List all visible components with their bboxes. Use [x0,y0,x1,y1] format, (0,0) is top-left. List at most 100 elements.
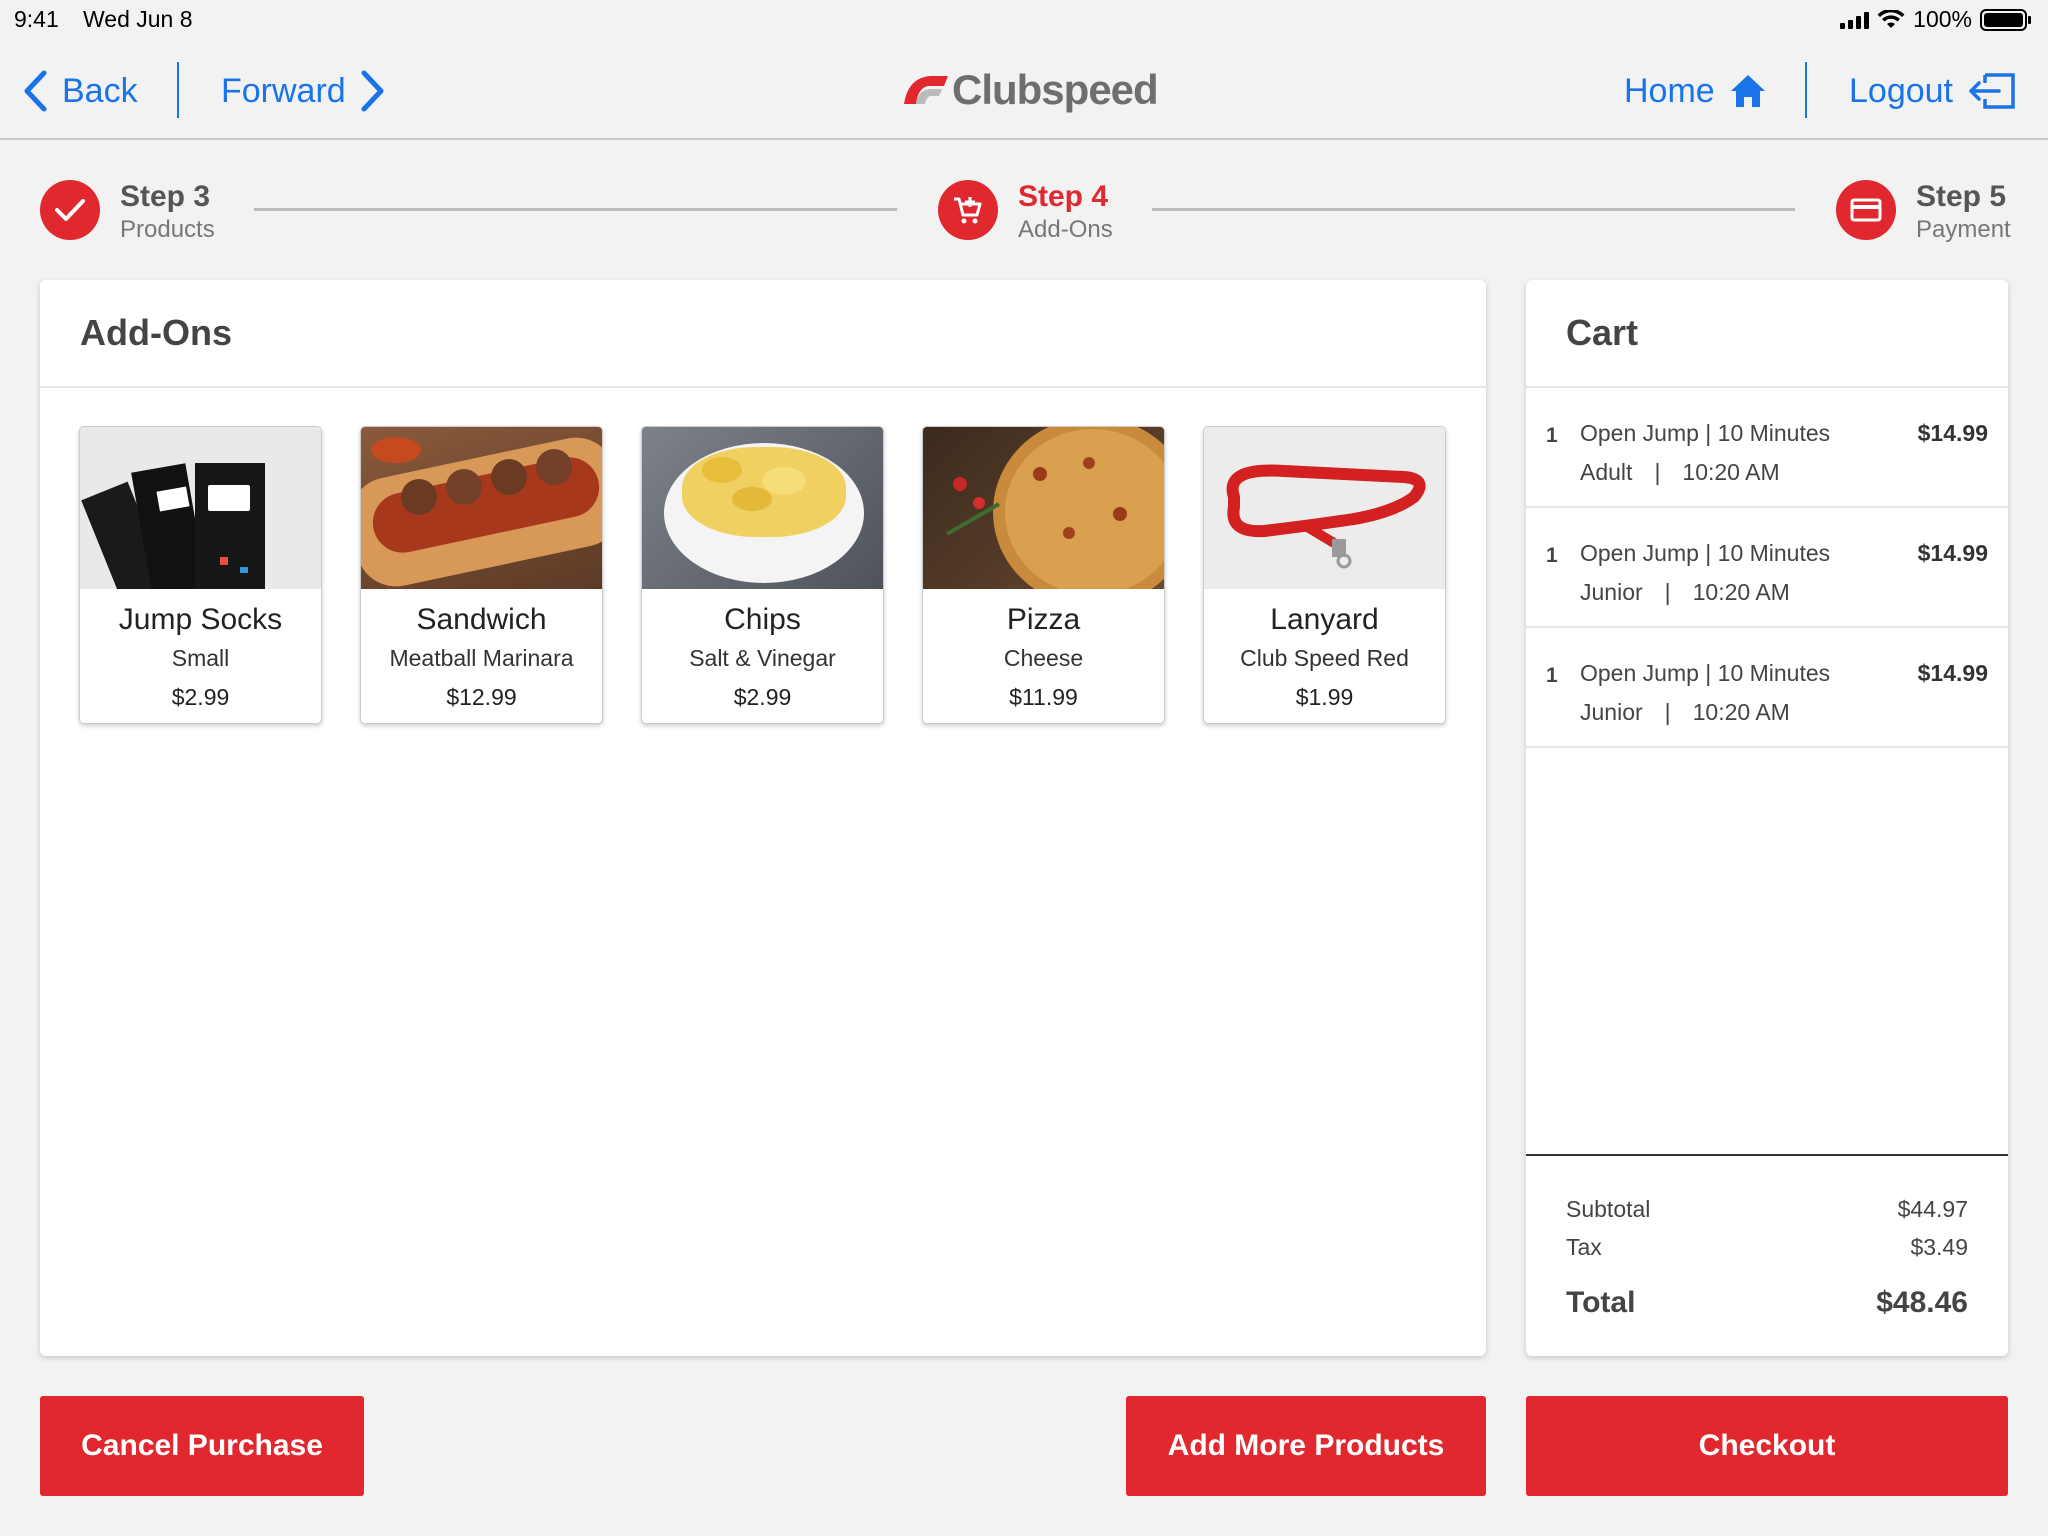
addons-title: Add-Ons [40,280,1486,388]
product-name: Jump Socks [118,603,283,636]
step-3-title: Step 3 [120,180,211,213]
product-card-jump-socks[interactable]: Jump Socks Small $2.99 [79,426,322,724]
cart-item-separator: | [1654,459,1661,485]
logo-text: Clubspeed [952,66,1159,113]
cart-item-price: $14.99 [1917,660,1988,686]
home-icon [1730,75,1765,107]
product-name: Lanyard [1270,603,1379,636]
cancel-purchase-button[interactable]: Cancel Purchase [40,1396,364,1496]
cart-item-type: Junior [1580,579,1643,605]
cart-item-type: Junior [1580,699,1643,725]
back-button[interactable]: Back [22,66,138,116]
clubspeed-logo-mark-icon [904,76,948,104]
product-price: $2.99 [733,684,792,710]
stepper-connector [1152,208,1795,211]
credit-card-icon [1850,198,1882,222]
total-row: Total $48.46 [1566,1286,1968,1320]
product-card-sandwich[interactable]: Sandwich Meatball Marinara $12.99 [360,426,603,724]
product-name: Pizza [1006,603,1081,636]
tax-row: Tax $3.49 [1566,1234,1968,1261]
home-label: Home [1624,71,1715,110]
socks-photo [80,427,321,589]
product-card-lanyard[interactable]: Lanyard Club Speed Red $1.99 [1203,426,1446,724]
cart-item-time: 10:20 AM [1682,459,1780,485]
chips-photo [642,427,883,589]
cart-item[interactable]: 1 Open Jump | 10 Minutes Junior | 10:20 … [1526,508,2008,628]
cart-item-separator: | [1664,699,1671,725]
cart-item[interactable]: 1 Open Jump | 10 Minutes Junior | 10:20 … [1526,628,2008,748]
home-button[interactable]: Home [1624,66,1767,116]
top-navigation: Back Forward Clubspeed Home Logout [0,40,2048,140]
addons-panel: Add-Ons Jump Socks Small $2.99 Sandwich … [40,280,1486,1356]
cart-item-meta: Junior | 10:20 AM [1580,579,1790,606]
product-grid: Jump Socks Small $2.99 Sandwich Meatball… [79,426,1446,724]
cart-item-name: Open Jump | 10 Minutes [1580,540,1831,566]
forward-label: Forward [221,71,346,110]
cart-item-qty: 1 [1546,664,1558,687]
step-5-subtitle: Payment [1916,216,2011,243]
cart-totals: Subtotal $44.97 Tax $3.49 Total $48.46 [1526,1154,2008,1356]
step-4-indicator [938,180,998,240]
battery-percent: 100% [1913,6,1972,32]
total-label: Total [1566,1286,1636,1319]
cart-item-meta: Junior | 10:20 AM [1580,699,1790,726]
step-5-title: Step 5 [1916,180,2007,213]
subtotal-value: $44.97 [1897,1196,1968,1222]
step-4-subtitle: Add-Ons [1018,216,1113,243]
product-name: Sandwich [416,603,547,636]
step-3-indicator [40,180,100,240]
product-price: $11.99 [1009,684,1078,710]
product-price: $2.99 [171,684,230,710]
forward-button[interactable]: Forward [221,66,386,116]
logout-button[interactable]: Logout [1849,66,2017,116]
tax-value: $3.49 [1910,1234,1968,1260]
sandwich-photo [361,427,602,589]
product-variant: Club Speed Red [1240,645,1409,671]
back-label: Back [62,71,138,110]
logout-label: Logout [1849,71,1953,110]
cart-item-type: Adult [1580,459,1633,485]
cart-item-price: $14.99 [1917,540,1988,566]
cart-item-name: Open Jump | 10 Minutes [1580,420,1831,446]
status-date: Wed Jun 8 [83,6,193,32]
check-icon [55,199,85,221]
subtotal-row: Subtotal $44.97 [1566,1196,1968,1223]
cart-title: Cart [1526,280,2008,388]
chevron-left-icon [24,70,47,112]
status-right: 100% [1840,6,2032,33]
cart-item[interactable]: 1 Open Jump | 10 Minutes Adult | 10:20 A… [1526,388,2008,508]
nav-divider [177,62,179,118]
product-name: Chips [724,603,801,636]
product-variant: Cheese [1003,645,1084,671]
checkout-button[interactable]: Checkout [1526,1396,2008,1496]
lanyard-photo [1204,427,1445,589]
subtotal-label: Subtotal [1566,1196,1651,1222]
logout-icon [1969,73,2015,109]
pizza-photo [923,427,1164,589]
lanyard-illustration [1226,464,1426,569]
status-time: 9:41 [14,6,59,32]
cart-item-time: 10:20 AM [1692,699,1790,725]
product-card-pizza[interactable]: Pizza Cheese $11.99 [922,426,1165,724]
wifi-icon [1877,9,1905,28]
product-variant: Salt & Vinegar [689,645,836,671]
cart-item-name: Open Jump | 10 Minutes [1580,660,1831,686]
total-value: $48.46 [1876,1286,1968,1319]
add-more-products-button[interactable]: Add More Products [1126,1396,1486,1496]
cart-item-meta: Adult | 10:20 AM [1580,459,1780,486]
product-price: $12.99 [446,684,517,710]
tax-label: Tax [1566,1234,1602,1260]
chevron-right-icon [361,70,384,112]
step-3-subtitle: Products [120,216,215,243]
status-bar: 9:41 Wed Jun 8 100% [0,0,2048,40]
battery-icon [1980,8,2031,31]
cart-item-price: $14.99 [1917,420,1988,446]
stepper-connector [254,208,897,211]
step-4-title: Step 4 [1018,180,1109,213]
checkout-stepper: Step 3 Products Step 4 Add-Ons Step 5 Pa… [0,170,2048,260]
product-price: $1.99 [1295,684,1354,710]
product-card-chips[interactable]: Chips Salt & Vinegar $2.99 [641,426,884,724]
product-variant: Small [171,645,230,671]
nav-divider [1805,62,1807,118]
cart-item-qty: 1 [1546,424,1558,447]
